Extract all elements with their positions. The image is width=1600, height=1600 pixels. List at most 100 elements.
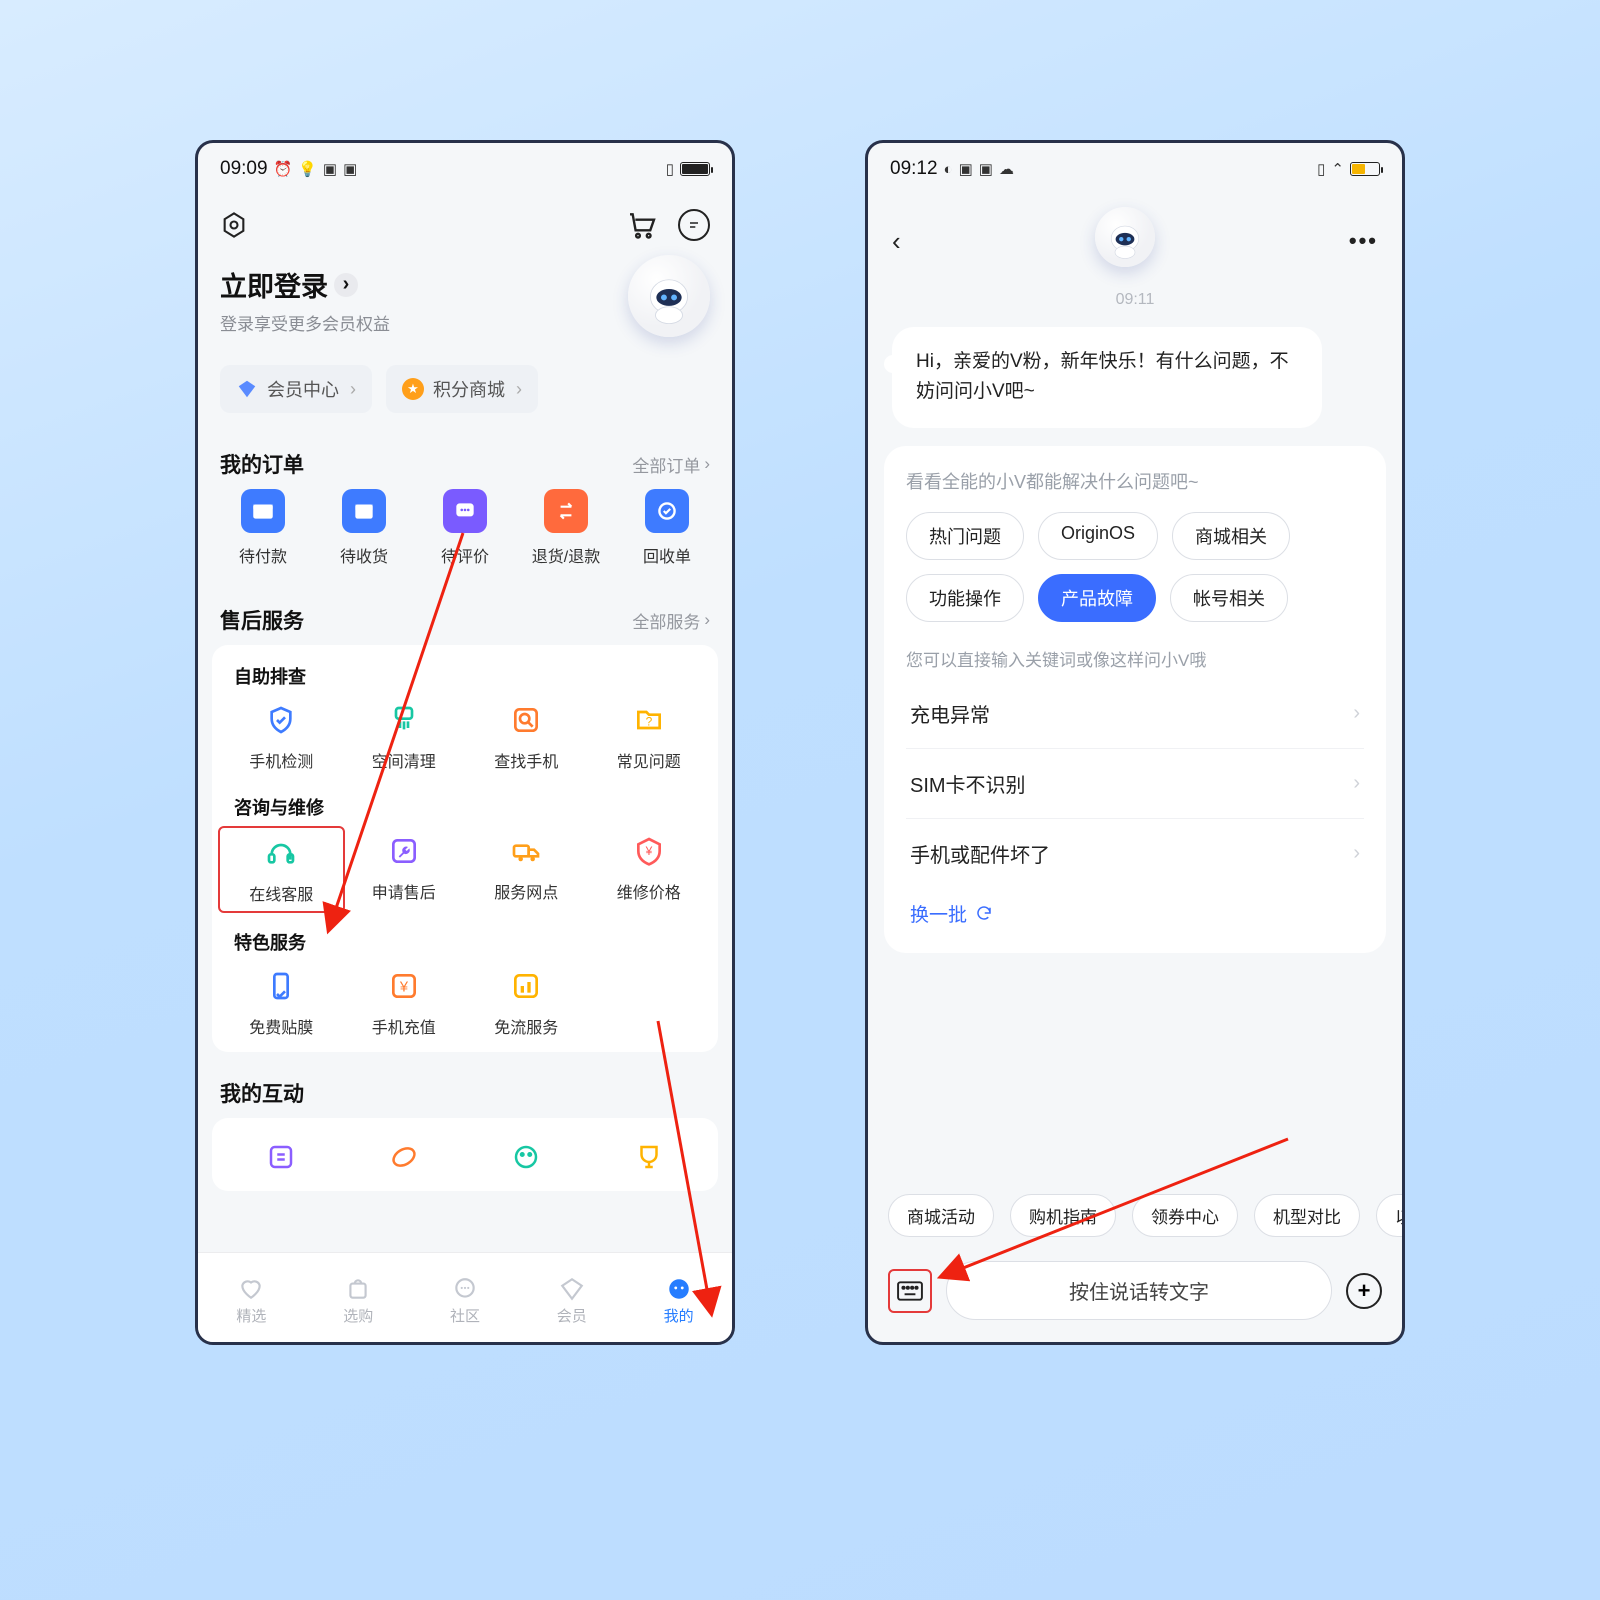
phone-left: 09:09 ⏰ 💡 ▣ ▣ ▯ 立即登录 › [195,140,735,1345]
status-time: 09:09 [220,158,268,180]
card-hint: 您可以直接输入关键词或像这样问小V哦 [906,646,1364,671]
phone-right: 09:12 ◐ ▣ ▣ ☁ ▯ ⌃ ‹ ••• 09:11 Hi，亲爱的V粉，新… [865,140,1405,1345]
order-label: 回收单 [622,543,712,567]
suggest-chip[interactable]: 商城活动 [888,1194,994,1237]
order-label: 退货/退款 [521,543,611,567]
robot-avatar [1095,207,1155,267]
service-label: 空间清理 [343,748,466,772]
cart-icon[interactable] [626,209,658,241]
service-item-data[interactable]: 免流服务 [465,967,588,1038]
svg-text:¥: ¥ [644,844,652,858]
chevron-right-icon: › [516,379,522,400]
service-item-shield[interactable]: 手机检测 [220,701,343,772]
service-item-headset[interactable]: 在线客服 [218,826,345,913]
battery-icon [680,162,710,176]
service-label: 申请售后 [343,879,466,903]
tab-bag[interactable]: 选购 [343,1276,373,1326]
suggest-chip[interactable]: 购机指南 [1010,1194,1116,1237]
service-item-search[interactable]: 查找手机 [465,701,588,772]
question-row[interactable]: 手机或配件坏了› [906,818,1364,888]
link-label: 全部服务 [632,608,700,633]
suggest-chip[interactable]: 以 [1376,1194,1402,1237]
order-item[interactable]: 回收单 [622,489,712,567]
service-label: 服务网点 [465,879,588,903]
bulb-icon: 💡 [298,160,317,178]
category-pill[interactable]: 帐号相关 [1170,574,1288,622]
interact-item[interactable] [343,1138,466,1185]
tab-bar: 精选 选购 社区 会员 我的 [198,1252,732,1342]
service-label: 查找手机 [465,748,588,772]
orders-title: 我的订单 [220,449,304,479]
service-item-tag[interactable]: ¥ 维修价格 [588,832,711,907]
refresh-label: 换一批 [910,900,967,927]
login-row[interactable]: 立即登录 › 登录享受更多会员权益 [198,245,732,347]
diamond-icon [236,378,258,400]
service-item-truck[interactable]: 服务网点 [465,832,588,907]
interact-item[interactable] [588,1138,711,1185]
tab-label: 选购 [343,1305,373,1326]
back-icon[interactable]: ‹ [892,226,901,257]
category-pill[interactable]: 热门问题 [906,512,1024,560]
category-pill[interactable]: OriginOS [1038,512,1158,560]
sim-icon: ▯ [666,160,674,178]
service-item-phone[interactable]: 免费贴膜 [220,967,343,1038]
cloud-icon: ☁ [999,160,1014,178]
group-title: 自助排查 [220,663,710,701]
voice-placeholder: 按住说话转文字 [1069,1282,1209,1304]
order-item[interactable]: 待付款 [218,489,308,567]
tab-face[interactable]: 我的 [664,1276,694,1326]
suggest-chip[interactable]: 机型对比 [1254,1194,1360,1237]
robot-avatar [628,255,710,337]
sim-icon: ▯ [1317,160,1325,178]
service-item-folder[interactable]: ? 常见问题 [588,701,711,772]
order-item[interactable]: 待评价 [420,489,510,567]
more-icon[interactable]: ••• [1349,228,1378,254]
tab-heart[interactable]: 精选 [236,1276,266,1326]
i1-icon: ◐ [944,161,953,178]
order-label: 待评价 [420,543,510,567]
svg-text:¥: ¥ [399,979,409,995]
category-pill[interactable]: 功能操作 [906,574,1024,622]
chip-points[interactable]: ★ 积分商城 › [386,365,538,413]
order-item[interactable]: 退货/退款 [521,489,611,567]
refresh-button[interactable]: 换一批 [906,888,1364,931]
interact-title: 我的互动 [220,1078,304,1108]
status-bar: 09:12 ◐ ▣ ▣ ☁ ▯ ⌃ [868,143,1402,195]
suggestion-row: 商城活动购机指南领券中心机型对比以 [868,1194,1402,1251]
service-item-wrench[interactable]: 申请售后 [343,832,466,907]
tab-label: 会员 [557,1305,587,1326]
category-pill[interactable]: 产品故障 [1038,574,1156,622]
category-pills: 热门问题 OriginOS 商城相关功能操作产品故障帐号相关 [906,512,1364,622]
service-item-brush[interactable]: 空间清理 [343,701,466,772]
voice-input[interactable]: 按住说话转文字 [946,1261,1332,1320]
interact-item[interactable] [220,1138,343,1185]
tab-bubble[interactable]: 社区 [450,1276,480,1326]
chip-member[interactable]: 会员中心 › [220,365,372,413]
aftersale-link[interactable]: 全部服务› [632,608,710,633]
plus-icon[interactable]: + [1346,1273,1382,1309]
aftersale-card: 自助排查 手机检测 空间清理 查找手机 ? 常见问题咨询与维修 在线客服 申请售… [212,645,718,1052]
settings-icon[interactable] [220,211,248,239]
service-label: 免流服务 [465,1014,588,1038]
order-label: 待付款 [218,543,308,567]
service-item-yen[interactable]: ¥ 手机充值 [343,967,466,1038]
service-label: 维修价格 [588,879,711,903]
question-row[interactable]: 充电异常› [906,679,1364,748]
orders-link[interactable]: 全部订单› [632,452,710,477]
suggest-chip[interactable]: 领券中心 [1132,1194,1238,1237]
interact-item[interactable] [465,1138,588,1185]
sq2-icon: ▣ [343,160,357,178]
interact-card [212,1118,718,1191]
order-icons: 待付款 待收货 待评价 退货/退款 回收单 [198,489,732,587]
tab-gem[interactable]: 会员 [557,1276,587,1326]
question-row[interactable]: SIM卡不识别› [906,748,1364,818]
order-item[interactable]: 待收货 [319,489,409,567]
card-subtitle: 看看全能的小V都能解决什么问题吧~ [906,468,1364,494]
message-icon[interactable] [678,209,710,241]
chat-greeting: Hi，亲爱的V粉，新年快乐！有什么问题，不妨问问小V吧~ [892,327,1322,428]
battery-icon [1350,162,1380,176]
category-pill[interactable]: 商城相关 [1172,512,1290,560]
alarm-icon: ⏰ [274,160,293,178]
chip-label: 会员中心 [267,376,339,402]
keyboard-icon[interactable] [888,1269,932,1313]
